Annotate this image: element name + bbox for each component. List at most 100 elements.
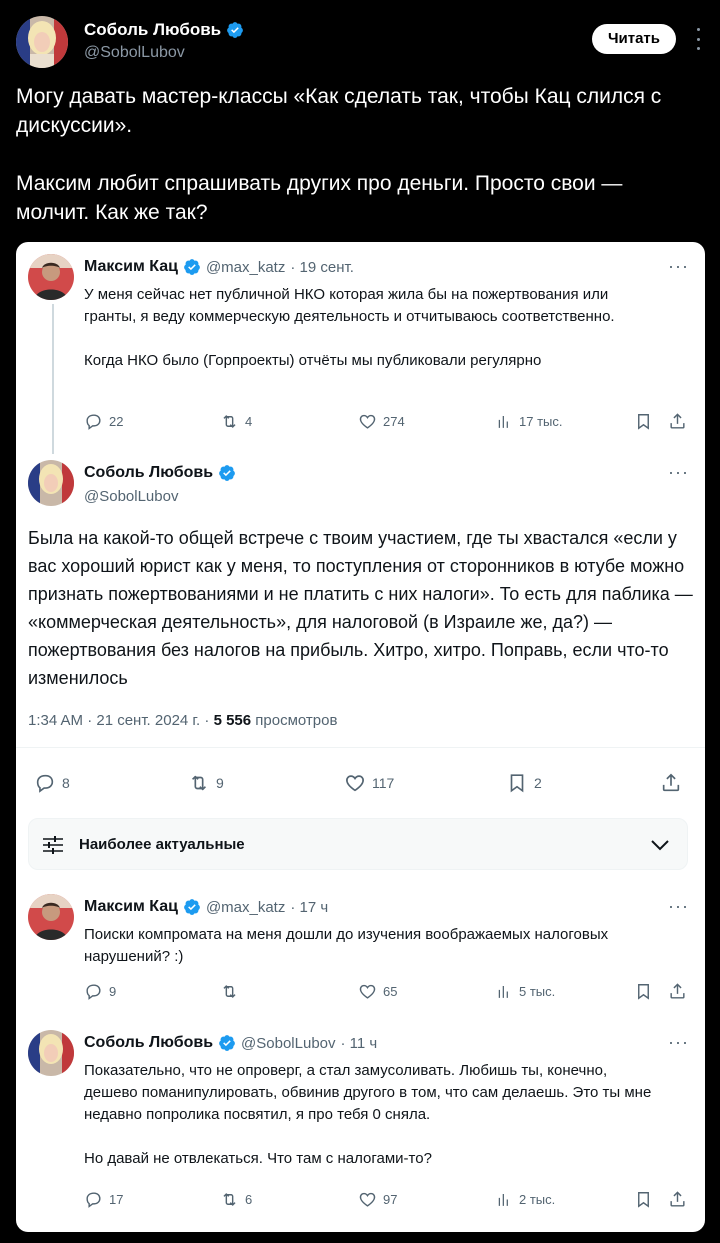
verified-icon [183,258,201,276]
avatar [28,254,74,300]
retweet-icon [220,1190,239,1209]
retweet-count: 9 [216,775,224,791]
reply-sort-selector: Наиболее актуальные [28,818,688,870]
like-action: 65 [358,982,397,1001]
like-count: 97 [383,1192,398,1207]
more-icon: ··· [668,896,689,916]
tweet-time: · 17 ч [290,898,329,916]
views-action: 2 тыс. [494,1190,555,1209]
avatar [28,1030,74,1076]
retweet-count: 6 [245,1192,253,1207]
follow-button[interactable]: Читать [591,24,676,54]
main-tweet-actions: 8 9 117 2 [34,772,686,794]
thread-line [52,304,54,454]
share-action [668,982,687,1001]
like-count: 274 [383,414,405,429]
sliders-icon [43,836,63,854]
tweet-author: Максим Кац [84,898,178,915]
tweet-header: Соболь Любовь @SobolLubov · 11 ч [84,1034,377,1052]
tweet-line: Но давай не отвлекаться. Что там с налог… [84,1150,432,1167]
tweet-time: · 19 сент. [290,258,354,276]
bookmark-icon [506,772,528,794]
tweet-author: Максим Кац [84,258,178,275]
views-number: 5 556 [213,712,252,729]
reply-action: 9 [84,982,116,1001]
share-action [668,1190,687,1209]
tweet-header: Соболь Любовь [84,464,236,482]
tweet-actions: 17 6 97 2 тыс. [84,1190,690,1212]
post-header: Соболь Любовь @SobolLubov Читать [16,14,704,70]
views-action: 17 тыс. [494,412,562,431]
share-icon [660,772,682,794]
views-label: просмотров [251,712,338,729]
reply-icon [84,412,103,431]
like-count: 65 [383,984,398,999]
bookmark-action [634,1190,653,1209]
bookmark-action [634,412,653,431]
more-icon: ··· [668,1032,689,1052]
timestamp-text: 1:34 AM · 21 сент. 2024 г. · [28,712,214,729]
post-text: Могу давать мастер-классы «Как сделать т… [16,82,696,256]
verified-icon [218,1034,236,1052]
like-action: 97 [358,1190,397,1209]
reply-icon [84,982,103,1001]
retweet-icon [188,772,210,794]
views-count: 17 тыс. [519,414,563,429]
heart-icon [358,982,377,1001]
tweet-body: У меня сейчас нет публичной НКО которая … [84,284,664,372]
views-count: 5 тыс. [519,984,556,999]
tweet-header: Максим Кац @max_katz · 19 сент. [84,258,354,276]
retweet-icon [220,982,239,1001]
tweet-header: Максим Кац @max_katz · 17 ч [84,898,328,916]
more-icon: ··· [668,462,689,482]
bookmark-action [634,982,653,1001]
retweet-count: 4 [245,414,253,429]
reply-count: 22 [109,414,124,429]
tweet-body: Поиски компромата на меня дошли до изуче… [84,926,609,965]
tweet-handle: @SobolLubov [84,488,179,505]
author-name-text: Соболь Любовь [84,20,222,39]
tweet-actions: 22 4 274 17 тыс. [84,412,690,434]
tweet-author: Соболь Любовь [84,464,214,481]
author-handle[interactable]: @SobolLubov [84,44,185,62]
share-action [660,772,682,794]
sort-label: Наиболее актуальные [79,836,245,853]
post-paragraph: Максим любит спрашивать других про деньг… [16,172,623,224]
reply-action: 22 [84,412,123,431]
bookmark-icon [634,982,653,1001]
reply-count: 8 [62,775,70,791]
tweet-line: Когда НКО было (Горпроекты) отчёты мы пу… [84,352,542,369]
tweet-actions: 9 65 5 тыс. [84,982,690,1004]
tweet-handle: @max_katz [205,898,286,916]
share-icon [668,1190,687,1209]
like-count: 117 [372,775,395,791]
retweet-action: 9 [188,772,224,794]
more-options-icon[interactable] [694,28,702,50]
avatar[interactable] [16,16,68,68]
reply-action: 8 [34,772,70,794]
views-icon [494,412,513,431]
attached-screenshot[interactable]: Максим Кац @max_katz · 19 сент. У меня с… [16,242,705,1232]
post-paragraph: Могу давать мастер-классы «Как сделать т… [16,85,662,137]
views-count: 2 тыс. [519,1192,556,1207]
reply-count: 17 [109,1192,124,1207]
heart-icon [344,772,366,794]
bookmark-icon [634,1190,653,1209]
retweet-action: 6 [220,1190,252,1209]
tweet-body: Показательно, что не опроверг, а стал за… [84,1060,664,1170]
reply-count: 9 [109,984,117,999]
views-action: 5 тыс. [494,982,555,1001]
bookmark-count: 2 [534,775,542,791]
tweet-time: · 11 ч [340,1034,378,1052]
divider [16,747,705,748]
bookmark-icon [634,412,653,431]
views-icon [494,982,513,1001]
like-action: 274 [358,412,405,431]
views-icon [494,1190,513,1209]
like-action: 117 [344,772,394,794]
author-name[interactable]: Соболь Любовь [84,20,244,40]
share-icon [668,412,687,431]
share-action [668,412,687,431]
tweet-handle: @SobolLubov [241,1034,336,1052]
retweet-action [220,982,245,1001]
